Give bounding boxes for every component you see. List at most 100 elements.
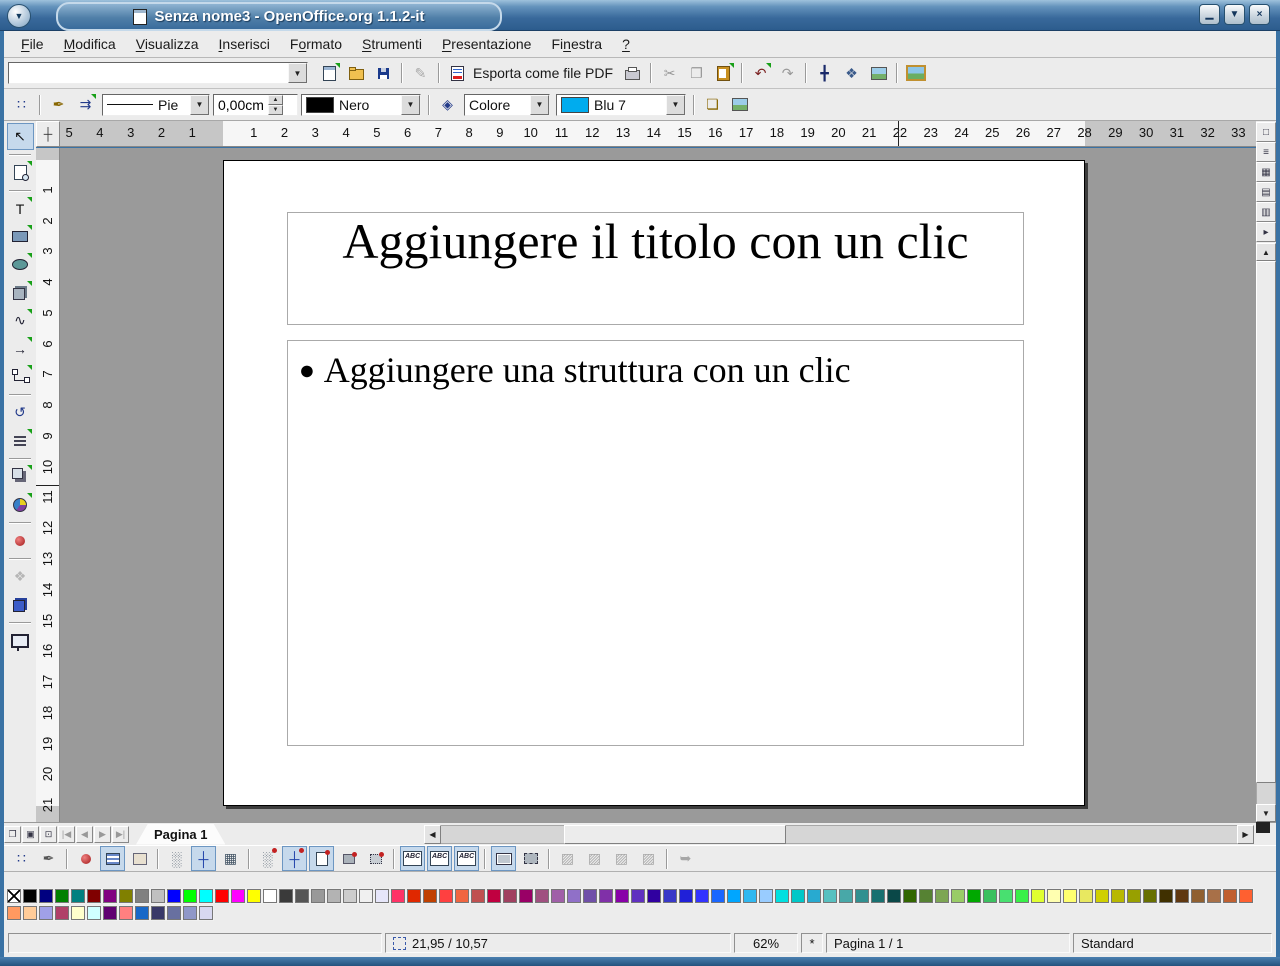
horizontal-scrollbar-track[interactable] xyxy=(424,825,1254,844)
insert-tool[interactable] xyxy=(7,491,34,518)
status-zoom-field[interactable]: 62% xyxy=(734,933,798,953)
horizontal-scrollbar[interactable]: ◀▶ xyxy=(424,825,1254,844)
chevron-down-icon[interactable]: ▼ xyxy=(666,95,685,115)
color-swatch[interactable] xyxy=(950,888,966,904)
color-swatch[interactable] xyxy=(294,888,310,904)
color-swatch[interactable] xyxy=(118,905,134,921)
object3d-tool[interactable] xyxy=(7,279,34,306)
color-swatch[interactable] xyxy=(278,888,294,904)
color-swatch[interactable] xyxy=(470,888,486,904)
snap-to-guides-icon[interactable]: ┼ xyxy=(282,846,307,871)
title-placeholder[interactable]: Aggiungere il titolo con un clic xyxy=(287,212,1024,325)
handout-view-button[interactable]: ▥ xyxy=(1256,202,1276,222)
color-swatch[interactable] xyxy=(406,888,422,904)
chevron-down-icon[interactable]: ▼ xyxy=(288,63,307,83)
horizontal-scrollbar-thumb[interactable] xyxy=(564,825,786,844)
color-swatch[interactable] xyxy=(886,888,902,904)
edit-file-icon[interactable]: ✎ xyxy=(408,61,433,86)
exit-all-groups-icon[interactable]: ➥ xyxy=(673,846,698,871)
hyperlink-icon[interactable] xyxy=(866,61,891,86)
color-swatch[interactable] xyxy=(1110,888,1126,904)
menu-strumenti[interactable]: Strumenti xyxy=(353,33,431,55)
stylist-icon[interactable]: ❖ xyxy=(839,61,864,86)
url-combobox[interactable]: ▼ xyxy=(8,62,308,84)
glue-points-icon[interactable]: ✒ xyxy=(36,846,61,871)
color-swatch[interactable] xyxy=(374,888,390,904)
horizontal-scroll-left-button[interactable]: ◀ xyxy=(424,825,441,844)
color-swatch[interactable] xyxy=(22,888,38,904)
color-swatch[interactable] xyxy=(102,905,118,921)
color-swatch[interactable] xyxy=(614,888,630,904)
color-swatch[interactable] xyxy=(454,888,470,904)
start-presentation-button[interactable]: ▸ xyxy=(1256,222,1276,242)
status-style-field[interactable]: Standard xyxy=(1073,933,1272,953)
paint-can-icon[interactable]: ◈ xyxy=(435,92,460,117)
color-swatch[interactable] xyxy=(214,888,230,904)
color-swatch[interactable] xyxy=(854,888,870,904)
ellipse-tool[interactable] xyxy=(7,251,34,278)
color-swatch[interactable] xyxy=(70,905,86,921)
color-swatch[interactable] xyxy=(1142,888,1158,904)
previous-page-button[interactable]: ◀ xyxy=(76,826,93,843)
menu-file[interactable]: File xyxy=(12,33,53,55)
color-swatch[interactable] xyxy=(38,888,54,904)
color-swatch[interactable] xyxy=(486,888,502,904)
color-swatch[interactable] xyxy=(166,888,182,904)
no-fill-swatch[interactable] xyxy=(6,888,22,904)
snap-grid-icon[interactable]: ┼ xyxy=(191,846,216,871)
color-swatch[interactable] xyxy=(838,888,854,904)
color-swatch[interactable] xyxy=(150,905,166,921)
interaction-tool[interactable]: ❖ xyxy=(7,563,34,590)
cut-icon[interactable]: ✂ xyxy=(657,61,682,86)
contour-mode-icon[interactable]: ▨ xyxy=(582,846,607,871)
color-swatch[interactable] xyxy=(1238,888,1254,904)
color-swatch[interactable] xyxy=(198,905,214,921)
color-swatch[interactable] xyxy=(902,888,918,904)
maximize-button[interactable]: ▼ xyxy=(1224,4,1245,25)
layer-mode-button[interactable]: ⊡ xyxy=(40,826,57,843)
color-swatch[interactable] xyxy=(678,888,694,904)
color-swatch[interactable] xyxy=(566,888,582,904)
color-swatch[interactable] xyxy=(934,888,950,904)
vertical-scroll-up-button[interactable]: ▲ xyxy=(1256,243,1276,261)
zoom-tool[interactable] xyxy=(7,159,34,186)
menu-finestra[interactable]: Finestra xyxy=(542,33,611,55)
color-swatch[interactable] xyxy=(182,905,198,921)
color-swatch[interactable] xyxy=(358,888,374,904)
color-swatch[interactable] xyxy=(150,888,166,904)
title-bar[interactable]: ▼ Senza nome3 - OpenOffice.org 1.1.2-it … xyxy=(0,0,1280,31)
snap-to-border-icon[interactable] xyxy=(336,846,361,871)
color-swatch[interactable] xyxy=(1014,888,1030,904)
color-swatch[interactable] xyxy=(1190,888,1206,904)
gallery-icon[interactable] xyxy=(903,61,928,86)
color-swatch[interactable] xyxy=(822,888,838,904)
new-presentation-icon[interactable] xyxy=(317,61,342,86)
line-contour-icon[interactable]: ▨ xyxy=(636,846,661,871)
color-swatch[interactable] xyxy=(422,888,438,904)
color-swatch[interactable] xyxy=(1094,888,1110,904)
export-pdf-icon[interactable] xyxy=(445,61,470,86)
color-swatch[interactable] xyxy=(310,888,326,904)
pen-icon[interactable]: ✒ xyxy=(46,92,71,117)
color-swatch[interactable] xyxy=(38,905,54,921)
allow-effects-icon[interactable] xyxy=(73,846,98,871)
connector-tool[interactable] xyxy=(7,363,34,390)
line-width-spinner[interactable]: 0,00cm▲▼ xyxy=(213,94,298,116)
notes-view-button[interactable]: ▤ xyxy=(1256,182,1276,202)
undo-icon[interactable]: ↶ xyxy=(748,61,773,86)
open-document-icon[interactable] xyxy=(344,61,369,86)
color-swatch[interactable] xyxy=(646,888,662,904)
color-swatch[interactable] xyxy=(710,888,726,904)
chevron-down-icon[interactable]: ▼ xyxy=(401,95,420,115)
large-handles-icon[interactable] xyxy=(518,846,543,871)
first-page-button[interactable]: |◀ xyxy=(58,826,75,843)
edit-points-icon[interactable]: ∷ xyxy=(9,92,34,117)
color-swatch[interactable] xyxy=(630,888,646,904)
status-page-field[interactable]: Pagina 1 / 1 xyxy=(826,933,1070,953)
page-mode-button[interactable]: ❐ xyxy=(4,826,21,843)
color-swatch[interactable] xyxy=(1158,888,1174,904)
save-document-icon[interactable] xyxy=(371,61,396,86)
color-swatch[interactable] xyxy=(694,888,710,904)
ruler-origin-button[interactable]: ┼ xyxy=(36,121,60,147)
color-swatch[interactable] xyxy=(118,888,134,904)
